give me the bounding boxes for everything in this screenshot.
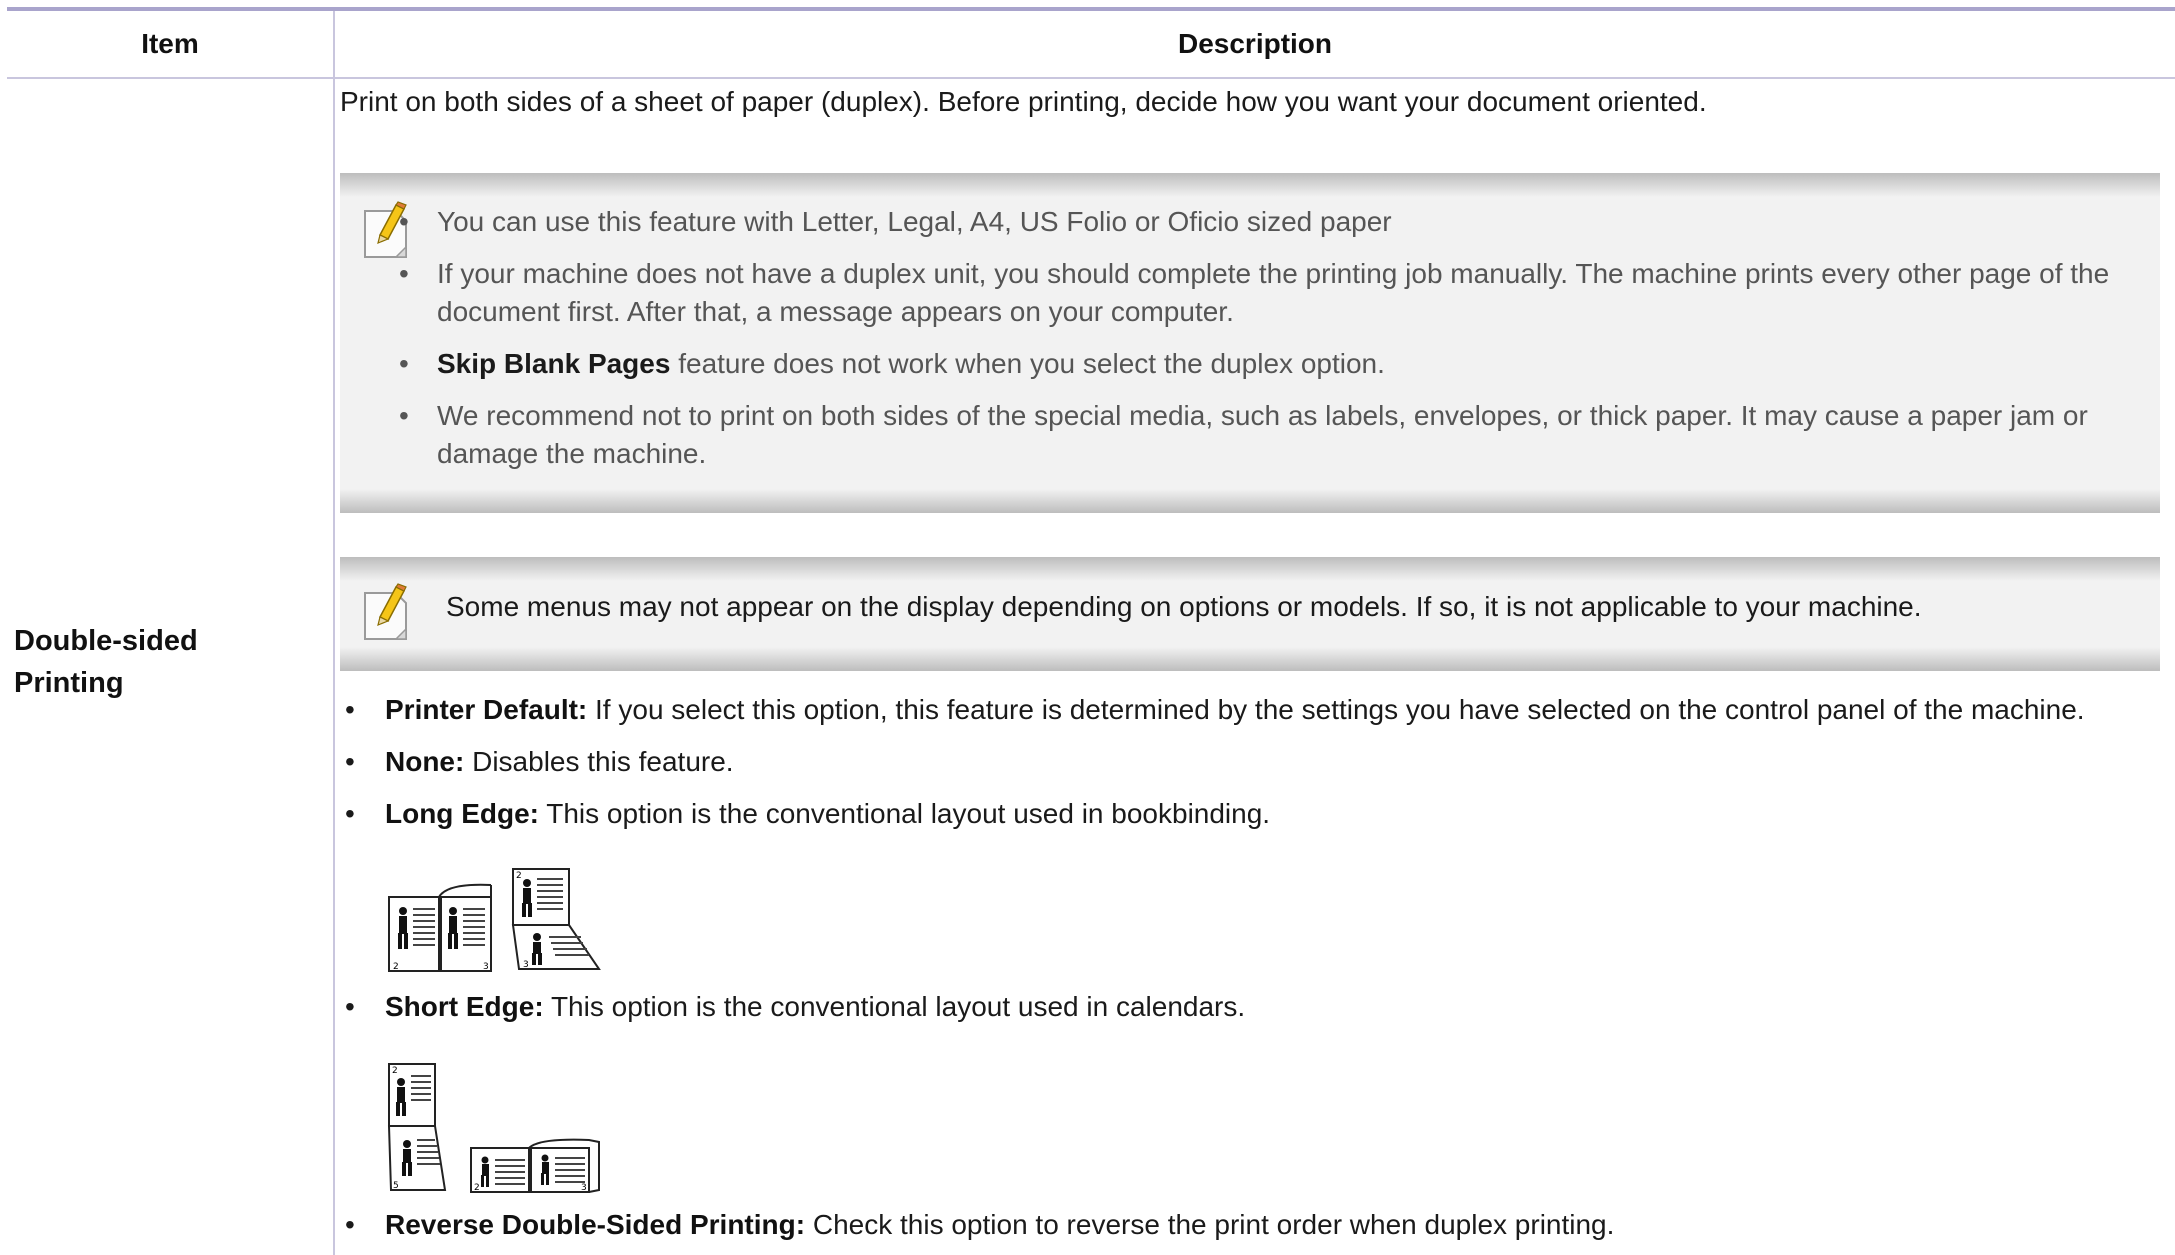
calendar-pad-graphic: 2 5 bbox=[387, 1063, 447, 1191]
note-box-restrictions: • You can use this feature with Letter, L… bbox=[340, 173, 2160, 513]
open-book-graphic: 2 3 bbox=[388, 883, 492, 972]
svg-text:2: 2 bbox=[393, 962, 399, 972]
option-long-edge: • Long Edge: This option is the conventio… bbox=[345, 798, 1271, 829]
svg-text:3: 3 bbox=[581, 1183, 587, 1193]
note-bullet: • If your machine does not have a duplex … bbox=[399, 258, 2110, 327]
column-divider bbox=[333, 11, 335, 1255]
note-band-bottom bbox=[340, 647, 2160, 671]
item-label: Double-sided Printing bbox=[14, 620, 314, 704]
header-description: Description bbox=[1177, 28, 1333, 59]
option-printer-default: • Printer Default: If you select this opt… bbox=[345, 694, 2085, 725]
svg-text:2: 2 bbox=[474, 1183, 480, 1193]
svg-text:3: 3 bbox=[523, 960, 529, 970]
svg-text:2: 2 bbox=[516, 871, 522, 881]
note-bullet-list: • You can use this feature with Letter, L… bbox=[399, 203, 2157, 487]
note-band-top bbox=[340, 557, 2160, 581]
option-reverse-double-sided: • Reverse Double-Sided Printing: Check th… bbox=[345, 1209, 1615, 1240]
short-edge-illustration: 2 5 2 3 bbox=[387, 1063, 600, 1193]
note-band-top bbox=[340, 173, 2160, 197]
svg-text:5: 5 bbox=[393, 1181, 399, 1191]
note-band-bottom bbox=[340, 489, 2160, 513]
item-label-line-1: Double-sided bbox=[14, 625, 198, 657]
svg-text:2: 2 bbox=[392, 1066, 398, 1076]
flip-pad-graphic: 2 3 bbox=[511, 868, 601, 970]
note-bullet: • We recommend not to print on both sides… bbox=[399, 400, 2088, 469]
item-label-line-2: Printing bbox=[14, 667, 124, 699]
long-edge-illustration: 2 3 2 3 bbox=[388, 868, 601, 972]
header-item: Item bbox=[141, 28, 199, 59]
note-text: Some menus may not appear on the display… bbox=[446, 591, 1922, 622]
note-bullet: • Skip Blank Pages feature does not work … bbox=[399, 348, 1385, 379]
description-intro: Print on both sides of a sheet of paper … bbox=[340, 86, 1707, 117]
svg-text:3: 3 bbox=[483, 962, 489, 972]
note-box-menus: Some menus may not appear on the display… bbox=[340, 557, 2160, 671]
note-bullet: • You can use this feature with Letter, L… bbox=[399, 206, 1392, 237]
note-pencil-icon bbox=[364, 583, 407, 640]
option-none: • None: Disables this feature. bbox=[345, 746, 734, 777]
option-short-edge: • Short Edge: This option is the conventi… bbox=[345, 991, 1246, 1022]
landscape-book-graphic: 2 3 bbox=[470, 1138, 600, 1193]
